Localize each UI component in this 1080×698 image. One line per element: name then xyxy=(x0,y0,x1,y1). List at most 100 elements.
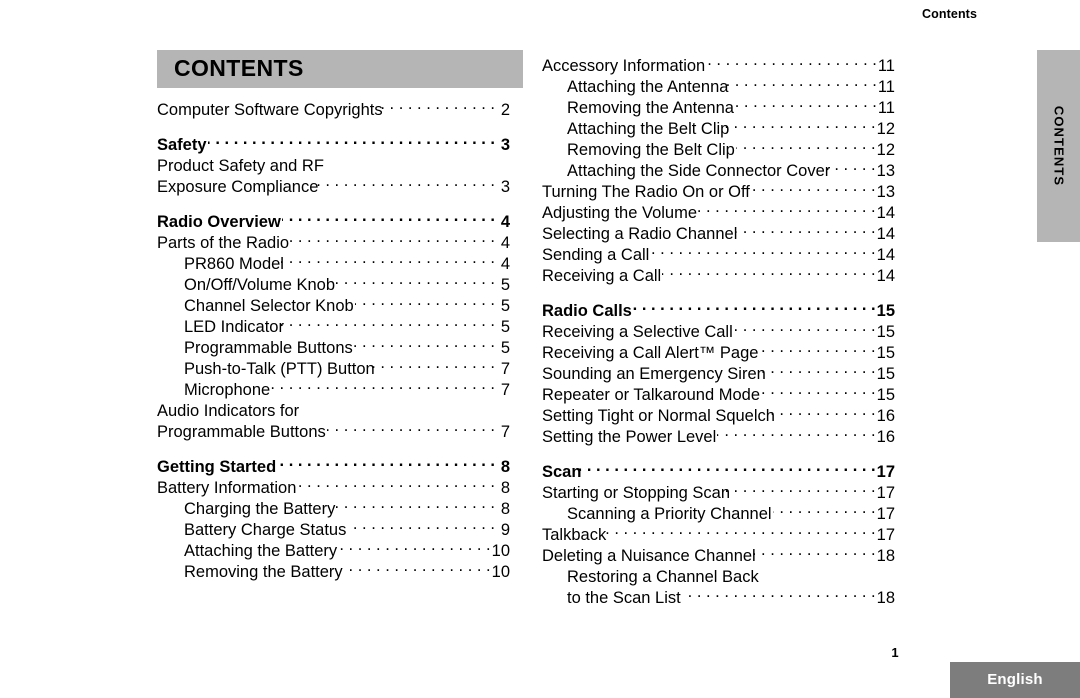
toc-entry-page-number: 10 xyxy=(491,563,510,581)
toc-entry[interactable]: Accessory Information 11 xyxy=(542,50,895,75)
toc-leader-dots xyxy=(314,171,495,192)
toc-leader-dots xyxy=(336,493,495,514)
toc-entry-label: Radio Calls xyxy=(542,302,632,320)
toc-entry[interactable]: Safety 3 xyxy=(157,129,523,154)
toc-leader-dots xyxy=(706,50,877,71)
toc-leader-dots xyxy=(300,395,495,416)
toc-entry-page-number: 14 xyxy=(876,267,895,285)
toc-leader-dots xyxy=(297,472,495,493)
toc-leader-dots xyxy=(277,451,495,472)
toc-leader-dots xyxy=(354,332,495,353)
toc-entry-page-number: 17 xyxy=(876,484,895,502)
toc-leader-dots xyxy=(327,416,495,437)
toc-entry-page-number: 3 xyxy=(500,136,510,154)
toc-entry-label: Starting or Stopping Scan xyxy=(542,484,731,502)
toc-leader-dots xyxy=(577,456,875,477)
toc-entry-page-number: 4 xyxy=(500,255,510,273)
toc-entry-page-number: 5 xyxy=(500,318,510,336)
running-head: Contents xyxy=(922,7,977,21)
toc-entry-label: Sounding an Emergency Siren xyxy=(542,365,766,383)
toc-entry-label: Parts of the Radio xyxy=(157,234,290,252)
toc-entry-page-number: 7 xyxy=(500,381,510,399)
toc-left-column: CONTENTS Computer Software Copyrights 2 Sa… xyxy=(157,50,523,581)
toc-entry-page-number: 5 xyxy=(500,339,510,357)
toc-entry-label: Adjusting the Volume xyxy=(542,204,698,222)
toc-entry-page-number: 17 xyxy=(876,505,895,523)
toc-entry-label: Microphone xyxy=(184,381,271,399)
toc-entry-label: Charging the Battery xyxy=(184,500,336,518)
toc-leader-dots xyxy=(761,379,876,400)
toc-entry-page-number: 17 xyxy=(876,463,895,481)
toc-leader-dots xyxy=(280,311,495,332)
toc-leader-dots xyxy=(344,556,491,577)
toc-entry[interactable]: Radio Calls 15 xyxy=(542,295,895,320)
toc-entry-label: Safety xyxy=(157,136,207,154)
toc-entry-label: Removing the Belt Clip xyxy=(567,141,735,159)
toc-leader-dots xyxy=(771,400,876,421)
toc-entry-page-number: 5 xyxy=(500,297,510,315)
toc-entry-label: Attaching the Belt Clip xyxy=(567,120,730,138)
toc-entry-page-number: 12 xyxy=(876,120,895,138)
toc-leader-dots xyxy=(336,269,495,290)
thumb-tab-label: CONTENTS xyxy=(1051,105,1066,187)
language-tab: English xyxy=(950,662,1080,698)
toc-leader-dots xyxy=(726,477,876,498)
toc-entry-page-number: 14 xyxy=(876,204,895,222)
toc-entry[interactable]: Radio Overview 4 xyxy=(157,206,523,231)
toc-entry-label: Receiving a Selective Call xyxy=(542,323,733,341)
toc-leader-dots xyxy=(724,71,876,92)
toc-entry-page-number: 14 xyxy=(876,246,895,264)
toc-entry[interactable]: Starting or Stopping Scan 17 xyxy=(542,477,895,502)
toc-entry-label: PR860 Model xyxy=(184,255,284,273)
toc-entry-label: Attaching the Antenna xyxy=(567,78,729,96)
toc-entry[interactable]: Getting Started 8 xyxy=(157,451,523,476)
toc-leader-dots xyxy=(734,316,876,337)
toc-entry-page-number: 9 xyxy=(500,521,510,539)
toc-entry-label: Exposure Compliance xyxy=(157,178,319,196)
toc-leader-dots xyxy=(725,113,875,134)
toc-leader-dots xyxy=(379,94,495,115)
toc-right-column: Accessory Information 11 Attaching the Ant… xyxy=(542,50,895,607)
toc-entry[interactable]: Scan 17 xyxy=(542,456,895,481)
toc-entry-page-number: 15 xyxy=(876,386,895,404)
toc-entry-label: to the Scan List xyxy=(567,589,681,607)
toc-entry-page-number: 18 xyxy=(876,589,895,607)
contents-title-bar: CONTENTS xyxy=(157,50,523,88)
toc-entry-label: Receiving a Call Alert™ Page xyxy=(542,344,759,362)
toc-leader-dots xyxy=(773,498,876,519)
toc-entry-page-number: 17 xyxy=(876,526,895,544)
thumb-tab-contents: CONTENTS xyxy=(1037,50,1080,242)
toc-entry-page-number: 13 xyxy=(876,162,895,180)
toc-entry-label: Removing the Battery xyxy=(184,563,343,581)
toc-entry-label: On/Off/Volume Knob xyxy=(184,276,336,294)
toc-entry-page-number: 8 xyxy=(500,458,510,476)
toc-entry-page-number: 14 xyxy=(876,225,895,243)
toc-entry-page-number: 4 xyxy=(500,234,510,252)
toc-leader-dots xyxy=(347,514,495,535)
toc-entry-page-number: 15 xyxy=(876,323,895,341)
toc-entry-label: Scan xyxy=(542,463,582,481)
toc-entry[interactable]: Computer Software Copyrights 2 xyxy=(157,94,523,119)
toc-entry-page-number: 10 xyxy=(491,542,510,560)
toc-leader-dots xyxy=(662,260,875,281)
toc-leader-dots xyxy=(355,290,495,311)
toc-entry-label: LED Indicator xyxy=(184,318,284,336)
toc-entry-page-number: 7 xyxy=(500,360,510,378)
toc-entry-page-number: 15 xyxy=(876,365,895,383)
toc-leader-dots xyxy=(208,129,495,150)
toc-leader-dots xyxy=(717,421,875,442)
toc-leader-dots xyxy=(751,176,876,197)
language-label: English xyxy=(987,671,1043,688)
toc-leader-dots xyxy=(282,206,495,227)
toc-entry-label: Deleting a Nuisance Channel xyxy=(542,547,756,565)
toc-entry-label: Talkback xyxy=(542,526,607,544)
toc-entry-page-number: 8 xyxy=(500,500,510,518)
toc-entry-page-number: 11 xyxy=(877,57,895,75)
toc-entry-label: Programmable Buttons xyxy=(157,423,326,441)
toc-leader-dots xyxy=(650,239,875,260)
toc-entry-label: Sending a Call xyxy=(542,246,650,264)
toc-entry[interactable]: Product Safety and RF xyxy=(157,150,523,175)
toc-entry-label: Battery Information xyxy=(157,479,297,497)
toc-entry-label: Audio Indicators for xyxy=(157,402,300,420)
toc-entry-label: Getting Started xyxy=(157,458,277,476)
